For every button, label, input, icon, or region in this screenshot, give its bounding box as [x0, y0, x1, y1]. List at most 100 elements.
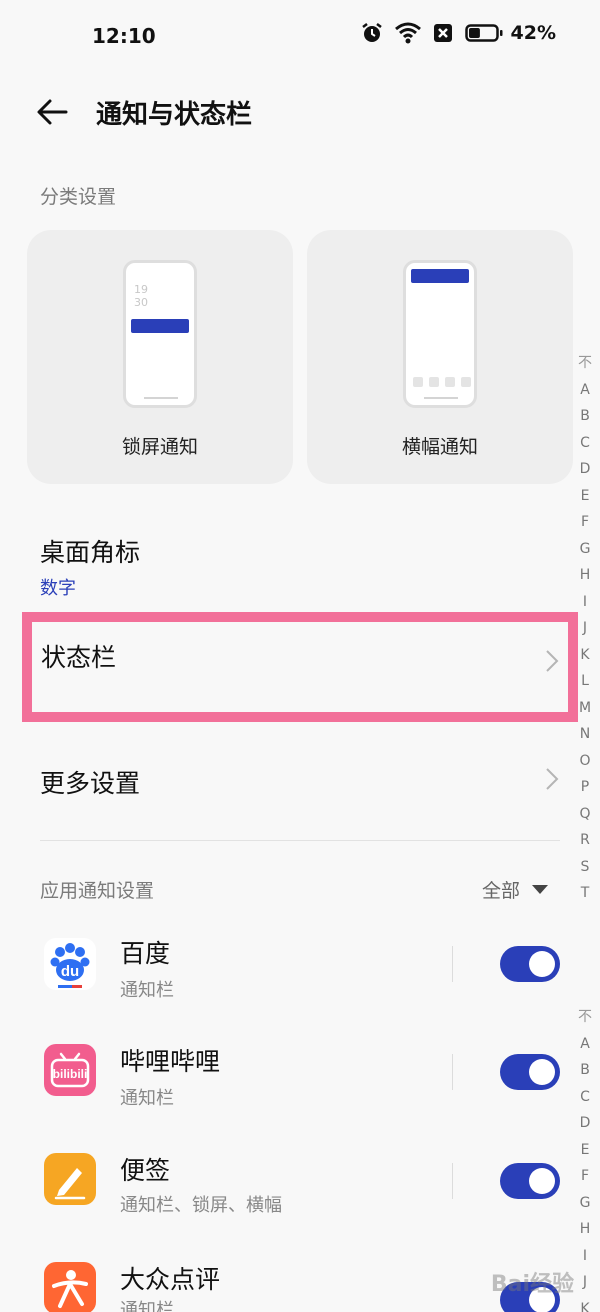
- index-top-icon[interactable]: 不: [574, 1004, 596, 1031]
- alphabet-index-bar[interactable]: 不 ABCDEFGHIJK: [574, 1004, 596, 1312]
- index-top-icon[interactable]: 不: [574, 350, 596, 377]
- index-letter[interactable]: T: [574, 880, 596, 907]
- index-letter[interactable]: D: [574, 1110, 596, 1137]
- index-letter[interactable]: C: [574, 430, 596, 457]
- status-time: 12:10: [92, 24, 156, 48]
- index-letter[interactable]: F: [574, 509, 596, 536]
- notes-icon: [44, 1153, 96, 1205]
- notification-toggle[interactable]: [500, 946, 560, 982]
- preview-notification-bar: [131, 319, 189, 333]
- alphabet-index-bar[interactable]: 不 ABCDEFGHIJKLMNOPQRST: [574, 350, 596, 907]
- app-name: 大众点评: [120, 1265, 221, 1294]
- row-separator: [452, 1054, 453, 1090]
- index-letter[interactable]: H: [574, 1216, 596, 1243]
- lockscreen-notification-card[interactable]: 19 30 锁屏通知: [27, 230, 293, 484]
- index-letter[interactable]: I: [574, 1243, 596, 1270]
- app-row-baidu[interactable]: du 百度 通知栏: [0, 930, 600, 1030]
- status-icons: 42%: [361, 22, 556, 44]
- preview-app-dot: [429, 377, 439, 387]
- chevron-right-icon: [546, 768, 559, 790]
- app-filter-dropdown[interactable]: 全部: [482, 876, 548, 903]
- index-letter[interactable]: S: [574, 854, 596, 881]
- index-letter[interactable]: K: [574, 642, 596, 669]
- index-letter[interactable]: N: [574, 721, 596, 748]
- desktop-badge-value: 数字: [40, 578, 76, 599]
- back-arrow-icon: [37, 99, 68, 125]
- app-name: 哔哩哔哩: [120, 1047, 221, 1076]
- index-letter[interactable]: C: [574, 1084, 596, 1111]
- toggle-knob: [529, 1168, 555, 1194]
- battery-percent: 42%: [510, 22, 556, 44]
- preview-home-indicator: [144, 397, 178, 399]
- watermark: Bai经验: [490, 1272, 574, 1297]
- preview-home-indicator: [424, 397, 458, 399]
- status-bar: 12:10 42%: [0, 0, 600, 72]
- index-letter[interactable]: Q: [574, 801, 596, 828]
- preview-app-dot: [445, 377, 455, 387]
- preview-time-hour: 19: [134, 283, 148, 296]
- app-name: 百度: [120, 939, 171, 968]
- app-notification-types: 通知栏、锁屏、横幅: [120, 1195, 282, 1216]
- section-divider: [40, 840, 560, 841]
- index-letter[interactable]: A: [574, 377, 596, 404]
- app-row-notes[interactable]: 便签 通知栏、锁屏、横幅: [0, 1147, 600, 1247]
- index-letter[interactable]: E: [574, 483, 596, 510]
- preview-time: 19 30: [134, 283, 148, 309]
- index-letter[interactable]: G: [574, 1190, 596, 1217]
- toggle-knob: [529, 951, 555, 977]
- notification-toggle[interactable]: [500, 1054, 560, 1090]
- page-title: 通知与状态栏: [96, 100, 253, 130]
- lockscreen-notification-label: 锁屏通知: [121, 436, 198, 458]
- index-letter[interactable]: E: [574, 1137, 596, 1164]
- row-separator: [452, 1163, 453, 1199]
- chevron-right-icon: [546, 650, 559, 672]
- more-settings-title: 更多设置: [40, 769, 141, 798]
- index-letter[interactable]: M: [574, 695, 596, 722]
- index-letter[interactable]: G: [574, 536, 596, 563]
- notification-toggle[interactable]: [500, 1163, 560, 1199]
- index-letter[interactable]: D: [574, 456, 596, 483]
- app-notification-types: 通知栏: [120, 1300, 174, 1312]
- index-letter[interactable]: H: [574, 562, 596, 589]
- index-letter[interactable]: R: [574, 827, 596, 854]
- index-letter[interactable]: J: [574, 1269, 596, 1296]
- banner-notification-label: 横幅通知: [401, 436, 478, 458]
- index-letter[interactable]: A: [574, 1031, 596, 1058]
- app-name: 便签: [120, 1156, 171, 1185]
- index-letter[interactable]: O: [574, 748, 596, 775]
- status-bar-row-title: 状态栏: [41, 643, 117, 672]
- page-header: 通知与状态栏: [0, 80, 600, 144]
- toggle-knob: [529, 1059, 555, 1085]
- preview-app-dot: [461, 377, 471, 387]
- app-filter-value: 全部: [481, 880, 520, 902]
- app-notification-types: 通知栏: [120, 1088, 174, 1109]
- preview-banner-bar: [411, 269, 469, 283]
- status-bar-row[interactable]: 状态栏: [22, 612, 578, 722]
- banner-notification-card[interactable]: 横幅通知: [307, 230, 573, 484]
- preview-time-minute: 30: [134, 296, 148, 309]
- battery-icon: [464, 24, 503, 42]
- app-row-bilibili[interactable]: bilibili 哔哩哔哩 通知栏: [0, 1038, 600, 1138]
- preview-app-dot: [413, 377, 423, 387]
- index-letter[interactable]: B: [574, 403, 596, 430]
- dianping-icon: [44, 1262, 96, 1312]
- index-letter[interactable]: F: [574, 1163, 596, 1190]
- alarm-icon: [361, 23, 382, 42]
- desktop-badge-title: 桌面角标: [40, 538, 141, 567]
- app-notification-section-label: 应用通知设置: [40, 880, 155, 902]
- index-letter[interactable]: I: [574, 589, 596, 616]
- svg-text:du: du: [61, 963, 79, 980]
- index-letter[interactable]: L: [574, 668, 596, 695]
- index-letter[interactable]: P: [574, 774, 596, 801]
- bilibili-icon: bilibili: [44, 1044, 96, 1096]
- app-notification-types: 通知栏: [120, 980, 174, 1001]
- lockscreen-preview: 19 30: [123, 260, 197, 408]
- dropdown-arrow-icon: [532, 885, 548, 894]
- index-letter[interactable]: K: [574, 1296, 596, 1312]
- baidu-icon: du: [44, 938, 96, 990]
- back-button[interactable]: [34, 94, 74, 130]
- index-letter[interactable]: B: [574, 1057, 596, 1084]
- no-sim-icon: [433, 24, 452, 42]
- index-letter[interactable]: J: [574, 615, 596, 642]
- category-section-label: 分类设置: [40, 186, 117, 208]
